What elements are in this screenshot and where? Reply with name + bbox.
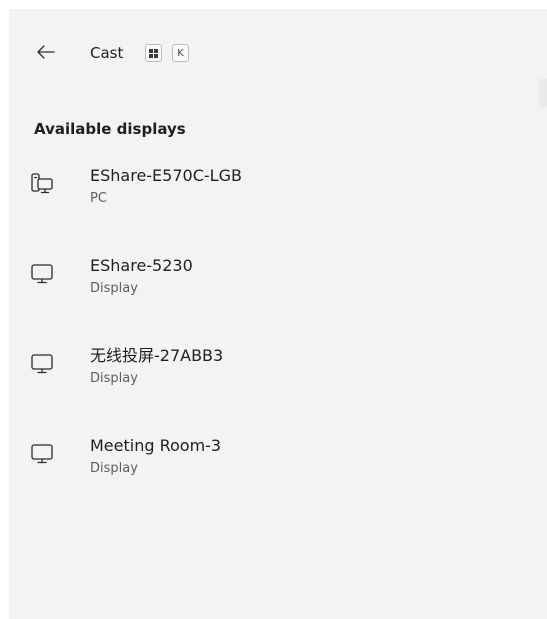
device-name: EShare-E570C-LGB [90,166,242,185]
cast-header: Cast K [9,9,547,84]
device-item-meeting-room-3[interactable]: Meeting Room-3 Display [9,429,547,499]
display-icon [31,264,53,284]
device-type: Display [90,281,138,296]
device-type: Display [90,371,138,386]
cast-flyout: Cast K Available displays EShare-E570C-L… [9,9,547,619]
arrow-left-icon [37,45,55,59]
device-type: Display [90,461,138,476]
device-name: Meeting Room-3 [90,436,222,455]
device-type: PC [90,191,107,206]
display-icon [31,444,53,464]
display-icon [31,354,53,374]
device-item-eshare-e570c-lgb[interactable]: EShare-E570C-LGB PC [9,159,547,229]
pc-icon [31,173,53,194]
device-item-eshare-5230[interactable]: EShare-5230 Display [9,249,547,319]
device-item-wireless-27abb3[interactable]: 无线投屏-27ABB3 Display [9,339,547,409]
device-name: 无线投屏-27ABB3 [90,346,224,365]
page-title: Cast [90,44,124,62]
windows-logo-icon [149,48,158,58]
device-name: EShare-5230 [90,256,193,275]
k-key-badge: K [172,44,189,62]
back-button[interactable] [34,39,58,65]
section-heading: Available displays [34,120,186,138]
windows-key-badge [145,44,162,62]
